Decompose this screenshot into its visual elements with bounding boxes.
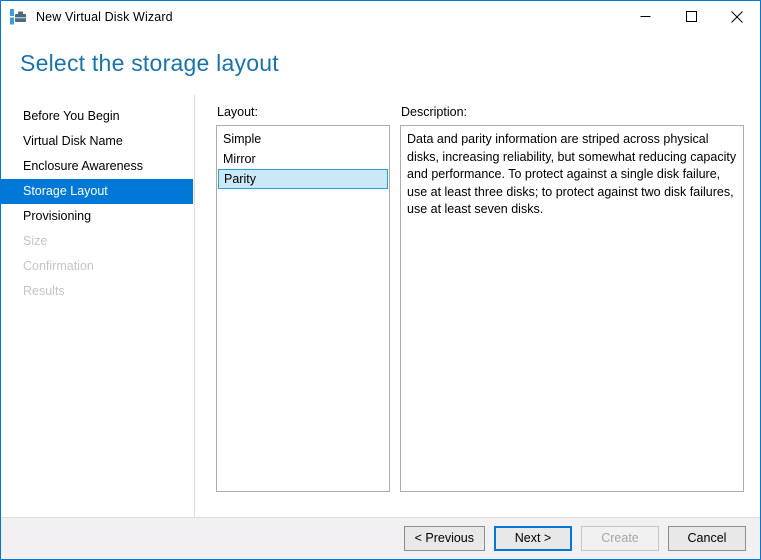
layout-option-mirror[interactable]: Mirror [218, 149, 388, 169]
description-box: Data and parity information are striped … [400, 125, 744, 492]
layout-listbox[interactable]: Simple Mirror Parity [216, 125, 390, 492]
sidebar-item-size: Size [23, 234, 48, 248]
window-controls [622, 1, 760, 32]
sidebar-item-enclosure-awareness[interactable]: Enclosure Awareness [1, 154, 193, 179]
create-button: Create [581, 526, 659, 551]
sidebar-item-provisioning[interactable]: Provisioning [1, 204, 193, 229]
previous-button[interactable]: < Previous [403, 526, 485, 551]
sidebar-item-results: Results [23, 284, 65, 298]
next-button[interactable]: Next > [494, 526, 572, 551]
wizard-content: Layout: Simple Mirror Parity Description… [195, 95, 760, 517]
description-section: Description: Data and parity information… [400, 104, 744, 517]
wizard-window: New Virtual Disk Wizard Select the stora… [0, 0, 761, 560]
close-icon[interactable] [714, 1, 760, 32]
layout-section: Layout: Simple Mirror Parity [216, 104, 390, 517]
wizard-footer: < Previous Next > Create Cancel [1, 517, 760, 559]
window-title: New Virtual Disk Wizard [36, 10, 173, 24]
sidebar-item-confirmation: Confirmation [23, 259, 94, 273]
layout-label: Layout: [217, 105, 259, 119]
layout-option-parity[interactable]: Parity [218, 169, 388, 189]
wizard-body: Before You Begin Virtual Disk Name Enclo… [1, 95, 760, 517]
title-bar: New Virtual Disk Wizard [1, 1, 760, 33]
page-title: Select the storage layout [20, 50, 279, 76]
description-text: Data and parity information are striped … [407, 132, 737, 216]
cancel-button[interactable]: Cancel [668, 526, 746, 551]
layout-option-simple[interactable]: Simple [218, 129, 388, 149]
page-header: Select the storage layout [1, 33, 760, 95]
sidebar-item-storage-layout[interactable]: Storage Layout [1, 179, 193, 204]
virtual-disk-wizard-icon [9, 8, 27, 26]
maximize-icon[interactable] [668, 1, 714, 32]
description-label: Description: [401, 105, 467, 119]
sidebar-item-virtual-disk-name[interactable]: Virtual Disk Name [1, 129, 193, 154]
minimize-icon[interactable] [622, 1, 668, 32]
sidebar-item-before-you-begin[interactable]: Before You Begin [1, 104, 193, 129]
wizard-step-nav: Before You Begin Virtual Disk Name Enclo… [1, 95, 195, 517]
